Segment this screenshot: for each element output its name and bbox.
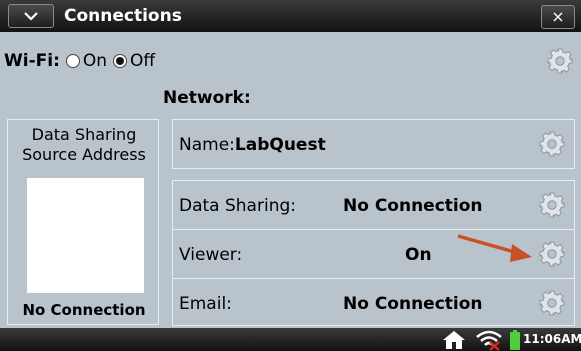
window-title: Connections <box>64 6 182 26</box>
viewer-gear-icon[interactable] <box>538 240 566 268</box>
network-heading: Network: <box>163 88 251 108</box>
status-clock: 11:06AM <box>523 332 581 346</box>
chevron-down-icon <box>24 12 38 21</box>
wifi-off-radio[interactable] <box>113 54 128 68</box>
wifi-on-label[interactable]: On <box>83 51 107 71</box>
viewer-value: On <box>405 245 432 265</box>
name-row: Name:LabQuest <box>173 120 574 168</box>
data-sharing-value: No Connection <box>343 196 483 216</box>
annotation-arrow-icon <box>457 234 532 262</box>
title-bar: Connections × <box>0 0 581 32</box>
home-icon[interactable] <box>442 330 466 350</box>
source-address-title: Data Sharing Source Address <box>22 125 146 164</box>
wifi-gear-icon[interactable] <box>546 47 574 75</box>
wifi-on-radio[interactable] <box>65 54 80 68</box>
data-sharing-row: Data Sharing: No Connection <box>173 181 574 229</box>
name-gear-icon[interactable] <box>538 130 566 158</box>
battery-icon <box>510 330 520 350</box>
viewer-label: Viewer: <box>179 245 243 265</box>
name-panel: Name:LabQuest <box>172 119 575 169</box>
menu-button[interactable] <box>8 4 54 28</box>
source-address-code <box>27 178 144 293</box>
name-label: Name:LabQuest <box>179 135 326 155</box>
email-value: No Connection <box>343 294 483 314</box>
name-value: LabQuest <box>234 135 326 155</box>
status-bar: 11:06AM <box>0 328 581 351</box>
source-address-status: No Connection <box>22 301 146 319</box>
wifi-label: Wi-Fi: <box>4 51 60 71</box>
data-sharing-gear-icon[interactable] <box>538 191 566 219</box>
wifi-row: Wi-Fi: On Off <box>4 48 161 74</box>
wifi-off-icon[interactable] <box>474 329 504 351</box>
email-row: Email: No Connection <box>173 279 574 327</box>
email-gear-icon[interactable] <box>538 289 566 317</box>
source-address-panel: Data Sharing Source Address No Connectio… <box>7 119 159 325</box>
wifi-off-label[interactable]: Off <box>130 51 155 71</box>
email-label: Email: <box>179 294 232 314</box>
data-sharing-label: Data Sharing: <box>179 196 296 216</box>
close-button[interactable]: × <box>541 5 575 29</box>
